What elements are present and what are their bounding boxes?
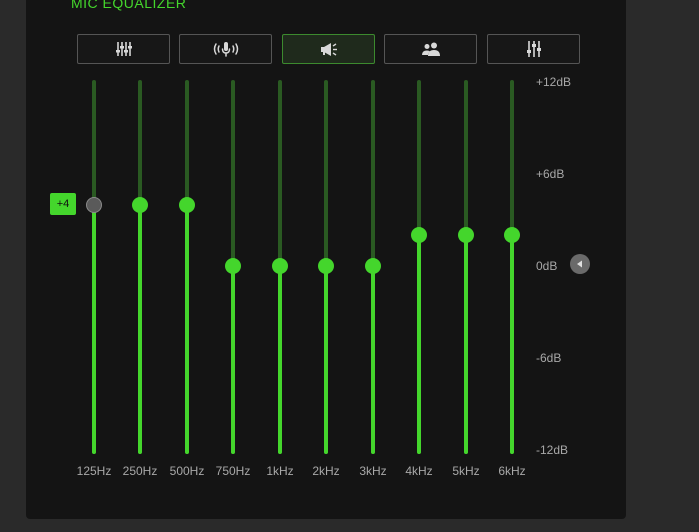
slider-track-125Hz[interactable] <box>92 80 96 454</box>
slider-fill <box>185 204 189 454</box>
slider-knob-5kHz[interactable] <box>458 227 474 244</box>
db-label-plus6: +6dB <box>536 167 565 181</box>
selected-value-badge: +4 <box>50 193 76 215</box>
slider-fill <box>278 266 282 454</box>
frequency-label: 6kHz <box>498 464 526 478</box>
slider-knob-4kHz[interactable] <box>411 227 427 244</box>
slider-knob-1kHz[interactable] <box>272 258 288 274</box>
slider-track-4kHz[interactable] <box>417 80 421 454</box>
slider-knob-2kHz[interactable] <box>318 258 334 274</box>
slider-track-5kHz[interactable] <box>464 80 468 454</box>
slider-knob-3kHz[interactable] <box>365 258 381 274</box>
reset-button[interactable] <box>570 254 590 274</box>
slider-knob-125Hz[interactable] <box>86 196 102 213</box>
db-label-plus12: +12dB <box>536 75 572 89</box>
triangle-left-icon <box>577 260 582 268</box>
slider-fill <box>464 235 468 454</box>
slider-track-250Hz[interactable] <box>138 80 142 454</box>
slider-track-6kHz[interactable] <box>510 80 514 454</box>
slider-knob-250Hz[interactable] <box>132 196 148 213</box>
db-label-minus6: -6dB <box>536 351 562 365</box>
slider-track-500Hz[interactable] <box>185 80 189 454</box>
slider-fill <box>417 235 421 454</box>
slider-fill <box>371 266 375 454</box>
slider-fill <box>510 235 514 454</box>
slider-knob-750Hz[interactable] <box>225 258 241 274</box>
db-label-zero: 0dB <box>536 259 558 273</box>
slider-fill <box>138 204 142 454</box>
slider-fill <box>231 266 235 454</box>
equalizer: 125Hz 250Hz 500Hz 750Hz 1kHz 2kHz 3kHz 4kHz 5kHz… <box>0 0 699 532</box>
db-label-minus12: -12dB <box>536 443 569 457</box>
slider-knob-6kHz[interactable] <box>504 227 520 244</box>
slider-fill <box>324 266 328 454</box>
slider-knob-500Hz[interactable] <box>179 196 195 213</box>
slider-fill <box>92 204 96 454</box>
